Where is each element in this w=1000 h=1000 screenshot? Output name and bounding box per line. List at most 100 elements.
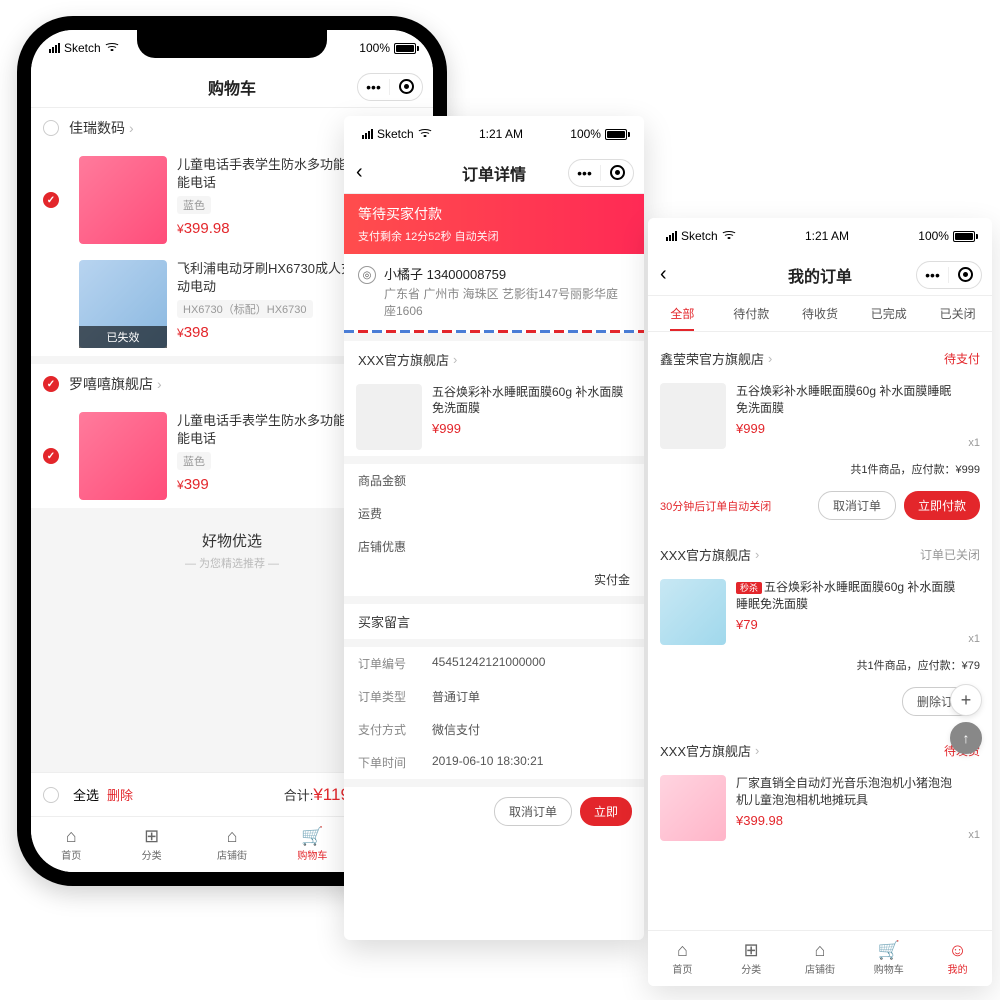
signal-icon (666, 231, 677, 241)
filter-pending-receive[interactable]: 待收货 (786, 296, 855, 331)
product-price: ¥399.98 (736, 813, 958, 828)
filter-tabs: 全部 待付款 待收货 已完成 已关闭 (648, 296, 992, 332)
filter-pending-pay[interactable]: 待付款 (717, 296, 786, 331)
product-thumb (660, 579, 726, 645)
battery-icon (394, 43, 419, 54)
capsule-more-icon[interactable]: ••• (358, 79, 390, 95)
cancel-order-button[interactable]: 取消订单 (818, 491, 896, 520)
tab-home[interactable]: ⌂首页 (648, 931, 717, 986)
order-card: 鑫莹荣官方旗舰店› 待支付 五谷焕彩补水睡眠面膜60g 补水面膜睡眠免洗面膜 ¥… (648, 340, 992, 528)
capsule-more-icon[interactable]: ••• (917, 267, 949, 283)
order-summary: 共1件商品，应付款：¥79 (648, 651, 992, 679)
filter-done[interactable]: 已完成 (854, 296, 923, 331)
filter-all[interactable]: 全部 (648, 296, 717, 331)
grid-icon: ⊞ (144, 827, 159, 845)
miniprogram-capsule[interactable]: ••• (357, 73, 423, 101)
tab-cart[interactable]: 🛒购物车 (272, 817, 352, 872)
address-block[interactable]: ◎ 小橘子 13400008759 广东省 广州市 海珠区 艺影街147号丽影华… (344, 254, 644, 330)
order-item[interactable]: 秒杀五谷焕彩补水睡眠面膜60g 补水面膜睡眠免洗面膜 ¥79 x1 (648, 573, 992, 651)
navbar: 购物车 ••• (31, 66, 433, 108)
order-status: 订单已关闭 (920, 546, 980, 563)
time-label: 1:21 AM (479, 127, 523, 141)
checkbox-icon[interactable] (43, 192, 59, 208)
back-button[interactable]: ‹ (660, 263, 667, 286)
select-all-label[interactable]: 全选 (73, 785, 99, 804)
buyer-remark[interactable]: 买家留言 (344, 604, 644, 639)
cart-icon: 🛒 (878, 941, 900, 959)
user-icon: ☺ (948, 941, 966, 959)
product-spec[interactable]: HX6730（标配）HX6730 (177, 300, 313, 318)
page-title: 我的订单 (788, 263, 852, 287)
product-thumb (79, 412, 167, 500)
capsule-more-icon[interactable]: ••• (569, 165, 601, 181)
order-card: XXX官方旗舰店› 订单已关闭 秒杀五谷焕彩补水睡眠面膜60g 补水面膜睡眠免洗… (648, 536, 992, 724)
signal-icon (49, 43, 60, 53)
pay-now-button[interactable]: 立即 (580, 797, 632, 826)
miniprogram-capsule[interactable]: ••• (916, 261, 982, 289)
store-name[interactable]: XXX官方旗舰店 (660, 545, 751, 564)
chevron-right-icon: › (453, 352, 457, 367)
pay-now-button[interactable]: 立即付款 (904, 491, 980, 520)
cart-icon: 🛒 (301, 827, 323, 845)
product-price: ¥999 (432, 421, 632, 436)
add-fab[interactable]: + (950, 684, 982, 716)
filter-closed[interactable]: 已关闭 (923, 296, 992, 331)
order-summary: 共1件商品，应付款：¥999 (648, 455, 992, 483)
order-item[interactable]: 五谷焕彩补水睡眠面膜60g 补水面膜睡眠免洗面膜 ¥999 x1 (648, 377, 992, 455)
row-shipping: 运费 (344, 497, 644, 530)
capsule-close-icon[interactable] (390, 79, 422, 94)
status-bar: Sketch 1:21 AM 100% (648, 218, 992, 254)
checkbox-icon[interactable] (43, 120, 59, 136)
recipient-address: 广东省 广州市 海珠区 艺影街147号丽影华庭座1606 (384, 286, 630, 320)
cancel-order-button[interactable]: 取消订单 (494, 797, 572, 826)
product-qty: x1 (968, 633, 980, 645)
order-actions: 删除订单 (648, 679, 992, 724)
chevron-right-icon: › (755, 743, 759, 758)
product-spec[interactable]: 蓝色 (177, 452, 211, 470)
tab-stores[interactable]: ⌂店铺街 (192, 817, 272, 872)
product-thumb (660, 383, 726, 449)
tab-mine[interactable]: ☺我的 (923, 931, 992, 986)
tab-category[interactable]: ⊞分类 (111, 817, 191, 872)
capsule-close-icon[interactable] (601, 165, 633, 180)
checkbox-icon[interactable] (43, 787, 59, 803)
checkbox-icon[interactable] (43, 376, 59, 392)
battery-icon (953, 231, 978, 242)
order-item[interactable]: 厂家直销全自动灯光音乐泡泡机小猪泡泡机儿童泡泡相机地摊玩具 ¥399.98 x1 (648, 769, 992, 847)
store-header[interactable]: XXX官方旗舰店 › (344, 341, 644, 378)
product-name: 五谷焕彩补水睡眠面膜60g 补水面膜睡眠免洗面膜 (736, 383, 958, 417)
product-thumb (660, 775, 726, 841)
location-icon: ◎ (358, 266, 376, 284)
store-name[interactable]: 鑫莹荣官方旗舰店 (660, 349, 764, 368)
capsule-close-icon[interactable] (949, 267, 981, 282)
row-realpay: 实付金 (344, 563, 644, 596)
back-button[interactable]: ‹ (356, 161, 363, 184)
phone-order-detail-screen: Sketch 1:21 AM 100% ‹ 订单详情 ••• 等待买家付款 支付… (344, 116, 644, 940)
countdown-warning: 30分钟后订单自动关闭 (660, 498, 771, 514)
recipient-name: 小橘子 13400008759 (384, 264, 630, 283)
store-name[interactable]: XXX官方旗舰店 (660, 741, 751, 760)
tab-category[interactable]: ⊞分类 (717, 931, 786, 986)
page-title: 购物车 (208, 75, 256, 99)
tab-cart[interactable]: 🛒购物车 (854, 931, 923, 986)
scroll-top-fab[interactable]: ↑ (950, 722, 982, 754)
meta-order-no: 订单编号45451242121000000 (344, 647, 644, 680)
carrier-label: Sketch (64, 41, 101, 55)
navbar: ‹ 我的订单 ••• (648, 254, 992, 296)
order-item[interactable]: 五谷焕彩补水睡眠面膜60g 补水面膜免洗面膜 ¥999 (344, 378, 644, 456)
tab-stores[interactable]: ⌂店铺街 (786, 931, 855, 986)
navbar: ‹ 订单详情 ••• (344, 152, 644, 194)
meta-pay-method: 支付方式微信支付 (344, 713, 644, 746)
store-name: 罗嘻嘻旗舰店 (69, 374, 153, 394)
expired-badge: 已失效 (79, 326, 167, 348)
status-bar: Sketch 1:21 AM 100% (344, 116, 644, 152)
miniprogram-capsule[interactable]: ••• (568, 159, 634, 187)
tab-home[interactable]: ⌂首页 (31, 817, 111, 872)
row-goods-amount: 商品金额 (344, 464, 644, 497)
product-spec[interactable]: 蓝色 (177, 196, 211, 214)
product-price: ¥79 (736, 617, 958, 632)
delete-button[interactable]: 删除 (107, 785, 133, 804)
store-name: XXX官方旗舰店 (358, 350, 449, 369)
product-qty: x1 (968, 437, 980, 449)
checkbox-icon[interactable] (43, 448, 59, 464)
